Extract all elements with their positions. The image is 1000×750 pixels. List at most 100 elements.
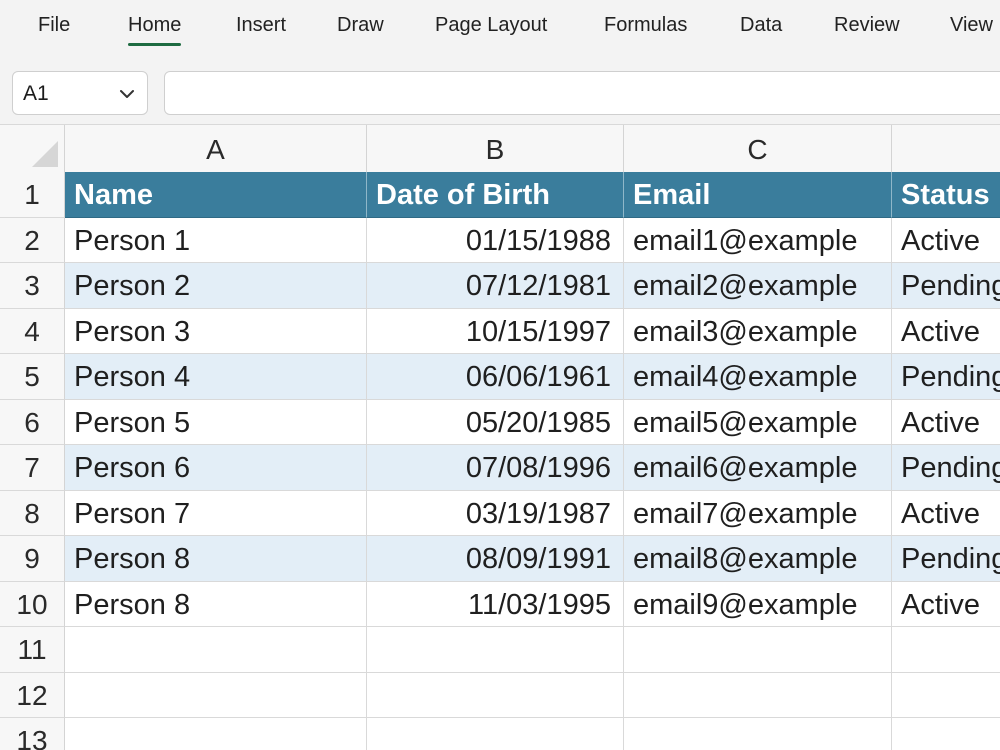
table-cell[interactable]: email5@example — [624, 399, 892, 445]
formula-input[interactable] — [164, 71, 1000, 115]
table-cell[interactable]: Active — [892, 218, 1000, 263]
row-header[interactable]: 3 — [0, 263, 65, 309]
table-row: 9 Person 8 08/09/1991 email8@example Pending — [0, 536, 1000, 582]
table-cell[interactable]: email1@example — [624, 217, 892, 263]
table-cell[interactable]: 10/15/1997 — [367, 308, 624, 354]
table-cell[interactable]: 11/03/1995 — [367, 581, 624, 627]
table-cell[interactable]: email8@example — [624, 536, 892, 582]
table-header-cell[interactable]: Email — [624, 172, 892, 218]
column-header-bar: A B C D — [0, 125, 1000, 173]
table-cell[interactable]: Person 2 — [65, 263, 367, 309]
row-header[interactable]: 10 — [0, 581, 65, 627]
table-cell[interactable]: Active — [892, 400, 1000, 445]
select-all-icon — [32, 141, 58, 167]
empty-cell[interactable] — [892, 718, 1000, 750]
empty-cell[interactable] — [65, 672, 367, 718]
table-cell[interactable]: Person 5 — [65, 399, 367, 445]
table-row: 7 Person 6 07/08/1996 email6@example Pending — [0, 445, 1000, 491]
table-cell[interactable]: Person 8 — [65, 581, 367, 627]
table-cell[interactable]: Person 8 — [65, 536, 367, 582]
row-header[interactable]: 2 — [0, 217, 65, 263]
chevron-down-icon[interactable] — [117, 84, 137, 104]
table-cell[interactable]: email7@example — [624, 490, 892, 536]
empty-cell[interactable] — [367, 627, 624, 673]
table-cell[interactable]: 06/06/1961 — [367, 354, 624, 400]
row-header[interactable]: 4 — [0, 308, 65, 354]
formula-bar: A1 — [0, 52, 1000, 125]
table-cell[interactable]: 08/09/1991 — [367, 536, 624, 582]
table-row: 8 Person 7 03/19/1987 email7@example Active — [0, 490, 1000, 536]
tab-file[interactable]: File — [38, 12, 70, 38]
table-header-cell[interactable]: Date of Birth — [367, 172, 624, 218]
row-header[interactable]: 7 — [0, 445, 65, 491]
table-cell[interactable]: 03/19/1987 — [367, 490, 624, 536]
ribbon-tab-bar: File Home Insert Draw Page Layout Formul… — [0, 0, 1000, 52]
table-cell[interactable]: 05/20/1985 — [367, 399, 624, 445]
row-header[interactable]: 8 — [0, 490, 65, 536]
tab-page-layout[interactable]: Page Layout — [435, 12, 547, 38]
row-header[interactable]: 5 — [0, 354, 65, 400]
table-row: 3 Person 2 07/12/1981 email2@example Pending — [0, 263, 1000, 309]
column-header-c[interactable]: C — [624, 125, 892, 172]
spreadsheet-grid: A B C D 1NameDate of BirthEmailStatus2Pe… — [0, 125, 1000, 750]
empty-cell[interactable] — [65, 627, 367, 673]
empty-cell[interactable] — [624, 718, 892, 750]
name-box[interactable]: A1 — [12, 71, 148, 115]
table-cell[interactable]: 07/08/1996 — [367, 445, 624, 491]
table-row: 5 Person 4 06/06/1961 email4@example Pending — [0, 354, 1000, 400]
table-header-cell[interactable]: Name — [65, 172, 367, 218]
tab-insert[interactable]: Insert — [236, 12, 286, 38]
table-row: 12 — [0, 672, 1000, 718]
empty-cell[interactable] — [367, 718, 624, 750]
tab-review[interactable]: Review — [834, 12, 900, 38]
cell-reference: A1 — [23, 82, 49, 105]
table-row: 10 Person 8 11/03/1995 email9@example Active — [0, 581, 1000, 627]
table-cell[interactable]: email6@example — [624, 445, 892, 491]
table-cell[interactable]: Pending — [892, 354, 1000, 400]
table-cell[interactable]: Pending — [892, 536, 1000, 582]
table-cell[interactable]: Pending — [892, 263, 1000, 309]
tab-home[interactable]: Home — [128, 12, 182, 46]
empty-cell[interactable] — [367, 672, 624, 718]
table-cell[interactable]: email3@example — [624, 308, 892, 354]
empty-cell[interactable] — [624, 672, 892, 718]
tab-view[interactable]: View — [950, 12, 993, 38]
table-cell[interactable]: 07/12/1981 — [367, 263, 624, 309]
row-header[interactable]: 11 — [0, 627, 65, 673]
table-row: 2 Person 1 01/15/1988 email1@example Active — [0, 217, 1000, 263]
table-cell[interactable]: Person 4 — [65, 354, 367, 400]
row-header[interactable]: 1 — [0, 172, 65, 218]
table-cell[interactable]: Active — [892, 309, 1000, 354]
row-header[interactable]: 6 — [0, 399, 65, 445]
table-cell[interactable]: 01/15/1988 — [367, 217, 624, 263]
tab-data[interactable]: Data — [740, 12, 782, 38]
table-row: 4 Person 3 10/15/1997 email3@example Active — [0, 308, 1000, 354]
table-header-cell[interactable]: Status — [892, 172, 1000, 218]
row-header[interactable]: 12 — [0, 672, 65, 718]
column-header-b[interactable]: B — [367, 125, 624, 172]
row-header[interactable]: 13 — [0, 718, 65, 750]
empty-cell[interactable] — [624, 627, 892, 673]
empty-cell[interactable] — [65, 718, 367, 750]
table-cell[interactable]: Person 6 — [65, 445, 367, 491]
empty-cell[interactable] — [892, 627, 1000, 673]
select-all-corner[interactable] — [0, 125, 65, 172]
table-cell[interactable]: email2@example — [624, 263, 892, 309]
empty-cell[interactable] — [892, 673, 1000, 718]
tab-draw[interactable]: Draw — [337, 12, 384, 38]
table-cell[interactable]: email9@example — [624, 581, 892, 627]
table-cell[interactable]: Person 1 — [65, 217, 367, 263]
table-cell[interactable]: Active — [892, 491, 1000, 536]
row-header[interactable]: 9 — [0, 536, 65, 582]
table-row: 11 — [0, 627, 1000, 673]
table-row: 6 Person 5 05/20/1985 email5@example Active — [0, 399, 1000, 445]
table-cell[interactable]: Active — [892, 582, 1000, 627]
table-cell[interactable]: Pending — [892, 445, 1000, 491]
table-header-row: 1 Name Date of Birth Email Status — [0, 172, 1000, 218]
table-cell[interactable]: email4@example — [624, 354, 892, 400]
column-header-a[interactable]: A — [65, 125, 367, 172]
column-header-d[interactable]: D — [892, 125, 1000, 172]
tab-formulas[interactable]: Formulas — [604, 12, 687, 38]
table-cell[interactable]: Person 3 — [65, 308, 367, 354]
table-cell[interactable]: Person 7 — [65, 490, 367, 536]
